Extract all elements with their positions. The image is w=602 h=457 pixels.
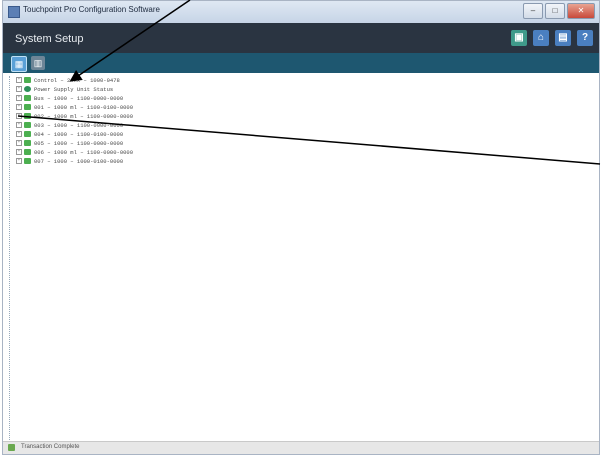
tree-node[interactable]: + Control – 2xxx – 1000-0478	[16, 76, 120, 84]
tree-node-label: Power Supply Unit Status	[34, 85, 114, 93]
module-icon	[24, 158, 31, 164]
home-icon[interactable]: ⌂	[533, 30, 549, 46]
tree-node[interactable]: + Bus – 1000 – 1100-0000-0000	[16, 94, 123, 102]
tree-node-label: 005 – 1000 – 1100-0000-0000	[34, 139, 124, 147]
list-view-icon[interactable]: ▥	[31, 56, 45, 70]
window-title: Touchpoint Pro Configuration Software	[23, 5, 160, 14]
expand-icon[interactable]: +	[16, 149, 22, 155]
expand-icon[interactable]: +	[16, 158, 22, 164]
close-button[interactable]: ✕	[567, 3, 595, 19]
system-tree: + Control – 2xxx – 1000-0478 + Power Sup…	[9, 76, 593, 440]
tree-node-label: Control – 2xxx – 1000-0478	[34, 76, 120, 84]
expand-icon[interactable]: +	[16, 140, 22, 146]
tree-node-label: 007 – 1000 – 1000-0100-0000	[34, 157, 124, 165]
status-text: Transaction Complete	[21, 444, 80, 450]
toolbar: ▦ ▥	[3, 53, 599, 73]
tree-node-label: 006 – 1000 ml – 1100-0000-0000	[34, 148, 134, 156]
tree-node[interactable]: + 001 – 1000 ml – 1100-0100-0000	[16, 103, 133, 111]
header-icons: ▣ ⌂ ▤ ?	[511, 30, 593, 46]
window-controls: – □ ✕	[523, 3, 595, 19]
expand-icon[interactable]: +	[16, 131, 22, 137]
module-icon	[24, 131, 31, 137]
expand-icon[interactable]: +	[16, 95, 22, 101]
module-icon	[24, 140, 31, 146]
tree-node[interactable]: + 007 – 1000 – 1000-0100-0000	[16, 157, 123, 165]
title-bar: Touchpoint Pro Configuration Software – …	[3, 1, 599, 23]
tree-node[interactable]: + 004 – 1000 – 1100-0100-0000	[16, 130, 123, 138]
module-icon	[24, 122, 31, 128]
module-icon	[24, 104, 31, 110]
power-icon	[24, 86, 31, 92]
app-icon	[8, 6, 20, 18]
status-bar: Transaction Complete	[3, 441, 599, 454]
tree-view-icon[interactable]: ▦	[11, 56, 27, 72]
expand-icon[interactable]: +	[16, 113, 22, 119]
tree-node-label: 003 – 1000 – 1100-0000-0000	[34, 121, 124, 129]
module-icon	[24, 113, 31, 119]
module-icon	[24, 95, 31, 101]
tree-node-label: 004 – 1000 – 1100-0100-0000	[34, 130, 124, 138]
tree-node[interactable]: + 005 – 1000 – 1100-0000-0000	[16, 139, 123, 147]
expand-icon[interactable]: +	[16, 86, 22, 92]
maximize-button[interactable]: □	[545, 3, 565, 19]
tree-node[interactable]: + Power Supply Unit Status	[16, 85, 113, 93]
tree-node-label: 002 – 1000 ml – 1100-0000-0000	[34, 112, 134, 120]
app-header: System Setup ▣ ⌂ ▤ ?	[3, 23, 599, 53]
module-icon	[24, 149, 31, 155]
app-window: Touchpoint Pro Configuration Software – …	[2, 0, 600, 455]
expand-icon[interactable]: +	[16, 77, 22, 83]
expand-icon[interactable]: +	[16, 122, 22, 128]
help-icon[interactable]: ?	[577, 30, 593, 46]
expand-icon[interactable]: +	[16, 104, 22, 110]
tree-node-label: 001 – 1000 ml – 1100-0100-0000	[34, 103, 134, 111]
status-ok-icon	[8, 444, 15, 451]
minimize-button[interactable]: –	[523, 3, 543, 19]
tree-node[interactable]: + 006 – 1000 ml – 1100-0000-0000	[16, 148, 133, 156]
tree-node[interactable]: + 003 – 1000 – 1100-0000-0000	[16, 121, 123, 129]
tree-node-label: Bus – 1000 – 1100-0000-0000	[34, 94, 124, 102]
monitor-icon[interactable]: ▣	[511, 30, 527, 46]
save-icon[interactable]: ▤	[555, 30, 571, 46]
controller-icon	[24, 77, 31, 83]
tree-node[interactable]: + 002 – 1000 ml – 1100-0000-0000	[16, 112, 133, 120]
page-title: System Setup	[15, 33, 84, 45]
